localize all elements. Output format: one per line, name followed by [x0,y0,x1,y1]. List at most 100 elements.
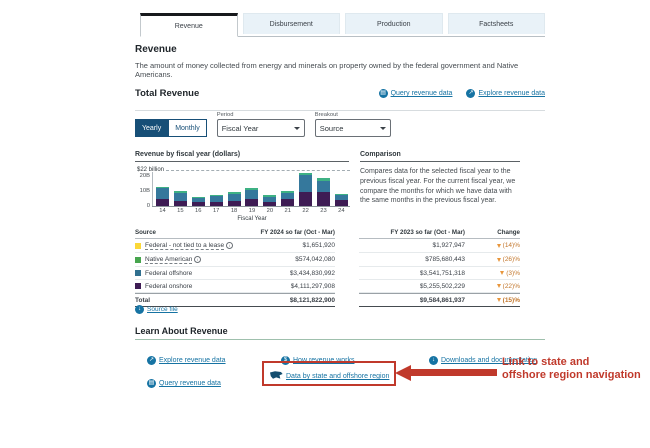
source-file-link[interactable]: ↓ Source file [135,305,178,314]
link-data-by-state-and-offshore-region[interactable]: Data by state and offshore region [270,371,389,382]
total-revenue-title: Total Revenue [135,88,199,99]
annotation-arrow-shaft [411,369,497,376]
fy2023-value: $785,680,443 [359,253,465,267]
bar-segment-federal-onshore [299,192,312,206]
stacked-bar-fy14 [156,187,169,206]
bar-segment-federal-offshore [317,181,330,193]
chevron-down-icon [380,127,386,130]
x-tick-label: 20 [263,208,276,214]
comparison-title: Comparison [360,151,401,158]
comparison-text: Compares data for the selected fiscal ye… [360,167,523,206]
fy2023-value: $3,541,751,318 [359,267,465,280]
y-tick-label: 0 [136,203,150,209]
tab-production[interactable]: Production [345,13,443,34]
header-fy2023: FY 2023 so far (Oct - Mar) [359,226,465,239]
stacked-bar-fy18 [228,192,241,206]
arrow-down-icon [500,271,504,275]
period-label: Period [217,112,305,118]
chart-title-rule [135,161,349,162]
section-divider [135,110,545,111]
x-axis-line [152,206,350,207]
arrow-down-icon [497,258,501,262]
chevron-down-icon [294,127,300,130]
source-label-federal-not-tied-to-a-lease[interactable]: Federal - not tied to a lease [145,242,224,250]
bar-segment-federal-onshore [335,200,348,206]
stacked-bar-fy22 [299,173,312,206]
x-tick-label: 23 [317,208,330,214]
bar-segment-federal-onshore [156,199,169,206]
x-tick-labels: 1415161718192021222324 [156,208,348,214]
table-row: Federal offshore$3,434,830,992$3,541,751… [135,267,520,280]
total-revenue-header: Total Revenue ▤Query revenue data ↗Explor… [135,88,545,99]
change-value: (22)% [465,280,520,293]
bar-segment-federal-offshore [299,175,312,192]
legend-swatch [135,283,141,289]
tab-factsheets[interactable]: Factsheets [448,13,546,34]
chart-title: Revenue by fiscal year (dollars) [135,151,240,158]
link-explore-revenue-data[interactable]: ↗Explore revenue data [466,89,545,98]
bar-segment-federal-onshore [192,202,205,206]
fy2024-value: $8,121,822,900 [247,293,335,307]
legend-swatch [135,257,141,263]
x-tick-label: 14 [156,208,169,214]
stacked-bar-fy19 [245,188,258,206]
link-how-revenue-works[interactable]: $How revenue works [281,356,354,365]
bar-segment-federal-onshore [228,201,241,206]
chart-controls: YearlyMonthly Period Fiscal Year Breakou… [135,112,391,137]
annotation-text: Link to state and offshore region naviga… [502,356,650,382]
link-query-revenue-data[interactable]: ▤Query revenue data [147,379,221,388]
period-toggle: YearlyMonthly [135,119,207,137]
bar-segment-federal-onshore [174,201,187,206]
table-row: Federal - not tied to a leasei$1,651,920… [135,239,520,253]
fy2023-value: $9,584,861,937 [359,293,465,307]
link-explore-revenue-data[interactable]: ↗Explore revenue data [147,356,226,365]
arrow-down-icon [497,244,501,248]
tab-revenue[interactable]: Revenue [140,13,238,37]
toggle-monthly[interactable]: Monthly [168,119,207,137]
source-label-native-american[interactable]: Native American [145,256,192,264]
table-row: Native Americani $574,042,080 $785,680,443… [135,253,520,267]
fy2024-value: $574,042,080 [247,253,335,267]
learn-divider [135,339,545,340]
stacked-bar-fy16 [192,197,205,206]
y-tick-label: 10B [136,188,150,194]
bar-segment-federal-onshore [281,199,294,206]
legend-swatch [135,270,141,276]
bar-segment-federal-onshore [263,202,276,206]
bar-segment-federal-offshore [228,194,241,202]
fy2023-value: $1,927,947 [359,239,465,253]
change-value: (15)% [465,293,520,307]
stacked-bar-fy24 [335,194,348,206]
stacked-bar-fy21 [281,191,294,206]
table-header-row: Source FY 2024 so far (Oct - Mar) FY 202… [135,226,520,239]
comparison-title-rule [360,161,520,162]
link-query-revenue-data[interactable]: ▤Query revenue data [379,89,453,98]
bar-segment-federal-onshore [210,202,223,206]
source-table: Source FY 2024 so far (Oct - Mar) FY 202… [135,226,520,307]
annotation-arrow-icon [395,365,411,381]
info-icon[interactable]: i [226,242,233,249]
y-tick-label: 20B [136,173,150,179]
header-source: Source [135,226,247,239]
source-label-federal-offshore: Federal offshore [145,270,192,277]
toggle-yearly[interactable]: Yearly [135,119,168,137]
x-tick-label: 16 [192,208,205,214]
x-tick-label: 19 [245,208,258,214]
learn-link: $How revenue works [281,348,354,366]
stacked-bar-fy20 [263,195,276,206]
explore-icon: ↗ [147,356,156,365]
how-it-works-icon: $ [281,356,290,365]
stacked-bar-fy15 [174,191,187,206]
stacked-bar-fy23 [317,178,330,206]
bar-group [156,170,348,206]
bar-segment-federal-offshore [174,193,187,201]
explore-icon: ↗ [466,89,475,98]
period-select[interactable]: Fiscal Year [217,119,305,137]
bar-segment-federal-onshore [245,199,258,206]
info-icon[interactable]: i [194,256,201,263]
x-tick-label: 15 [174,208,187,214]
us-map-icon [270,371,283,382]
tab-disbursement[interactable]: Disbursement [243,13,341,34]
tab-bar: RevenueDisbursementProductionFactsheets [140,13,545,37]
breakout-select[interactable]: Source [315,119,391,137]
